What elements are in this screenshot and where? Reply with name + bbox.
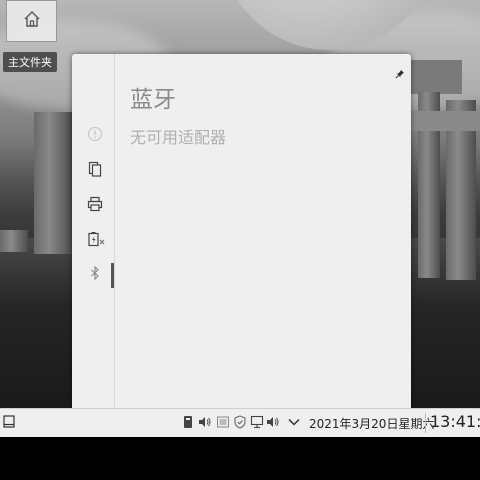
home-folder-label[interactable]: 主文件夹 [3, 52, 57, 72]
clipboard-icon [87, 161, 103, 181]
usb-drive-icon[interactable] [181, 414, 195, 430]
home-folder-icon[interactable] [6, 0, 57, 42]
printer-icon [87, 196, 103, 216]
home-icon [22, 9, 42, 33]
shield-icon[interactable] [233, 414, 247, 430]
clock-date[interactable]: 2021年3月20日星期六 [309, 415, 434, 432]
info-icon [87, 126, 103, 146]
bluetooth-icon [87, 265, 103, 285]
popup-sidebar [72, 54, 115, 408]
chevron-down-icon[interactable] [287, 414, 301, 430]
show-desktop-button[interactable] [2, 414, 16, 430]
media-icon[interactable] [216, 414, 230, 430]
adapter-status: 无可用适配器 [130, 128, 227, 147]
taskbar: 2021年3月20日星期六 13:41:0 [0, 408, 480, 437]
popup-title: 蓝牙 [130, 87, 176, 113]
clock-time[interactable]: 13:41:0 [430, 412, 480, 431]
volume-icon[interactable] [198, 414, 212, 430]
sidebar-item-printers[interactable] [85, 196, 105, 216]
sidebar-item-notifications[interactable] [85, 126, 105, 146]
active-tab-indicator [111, 263, 114, 288]
audio-icon[interactable] [266, 414, 280, 430]
clock-separator [425, 413, 426, 433]
sidebar-item-bluetooth[interactable] [85, 265, 105, 285]
pin-button[interactable] [395, 64, 405, 83]
pin-icon [395, 64, 405, 83]
sidebar-item-battery[interactable] [86, 231, 108, 251]
sidebar-item-clipboard[interactable] [85, 161, 105, 181]
battery-icon [87, 231, 107, 251]
bluetooth-popup: 蓝牙 无可用适配器 [72, 54, 411, 408]
network-icon[interactable] [250, 414, 264, 430]
